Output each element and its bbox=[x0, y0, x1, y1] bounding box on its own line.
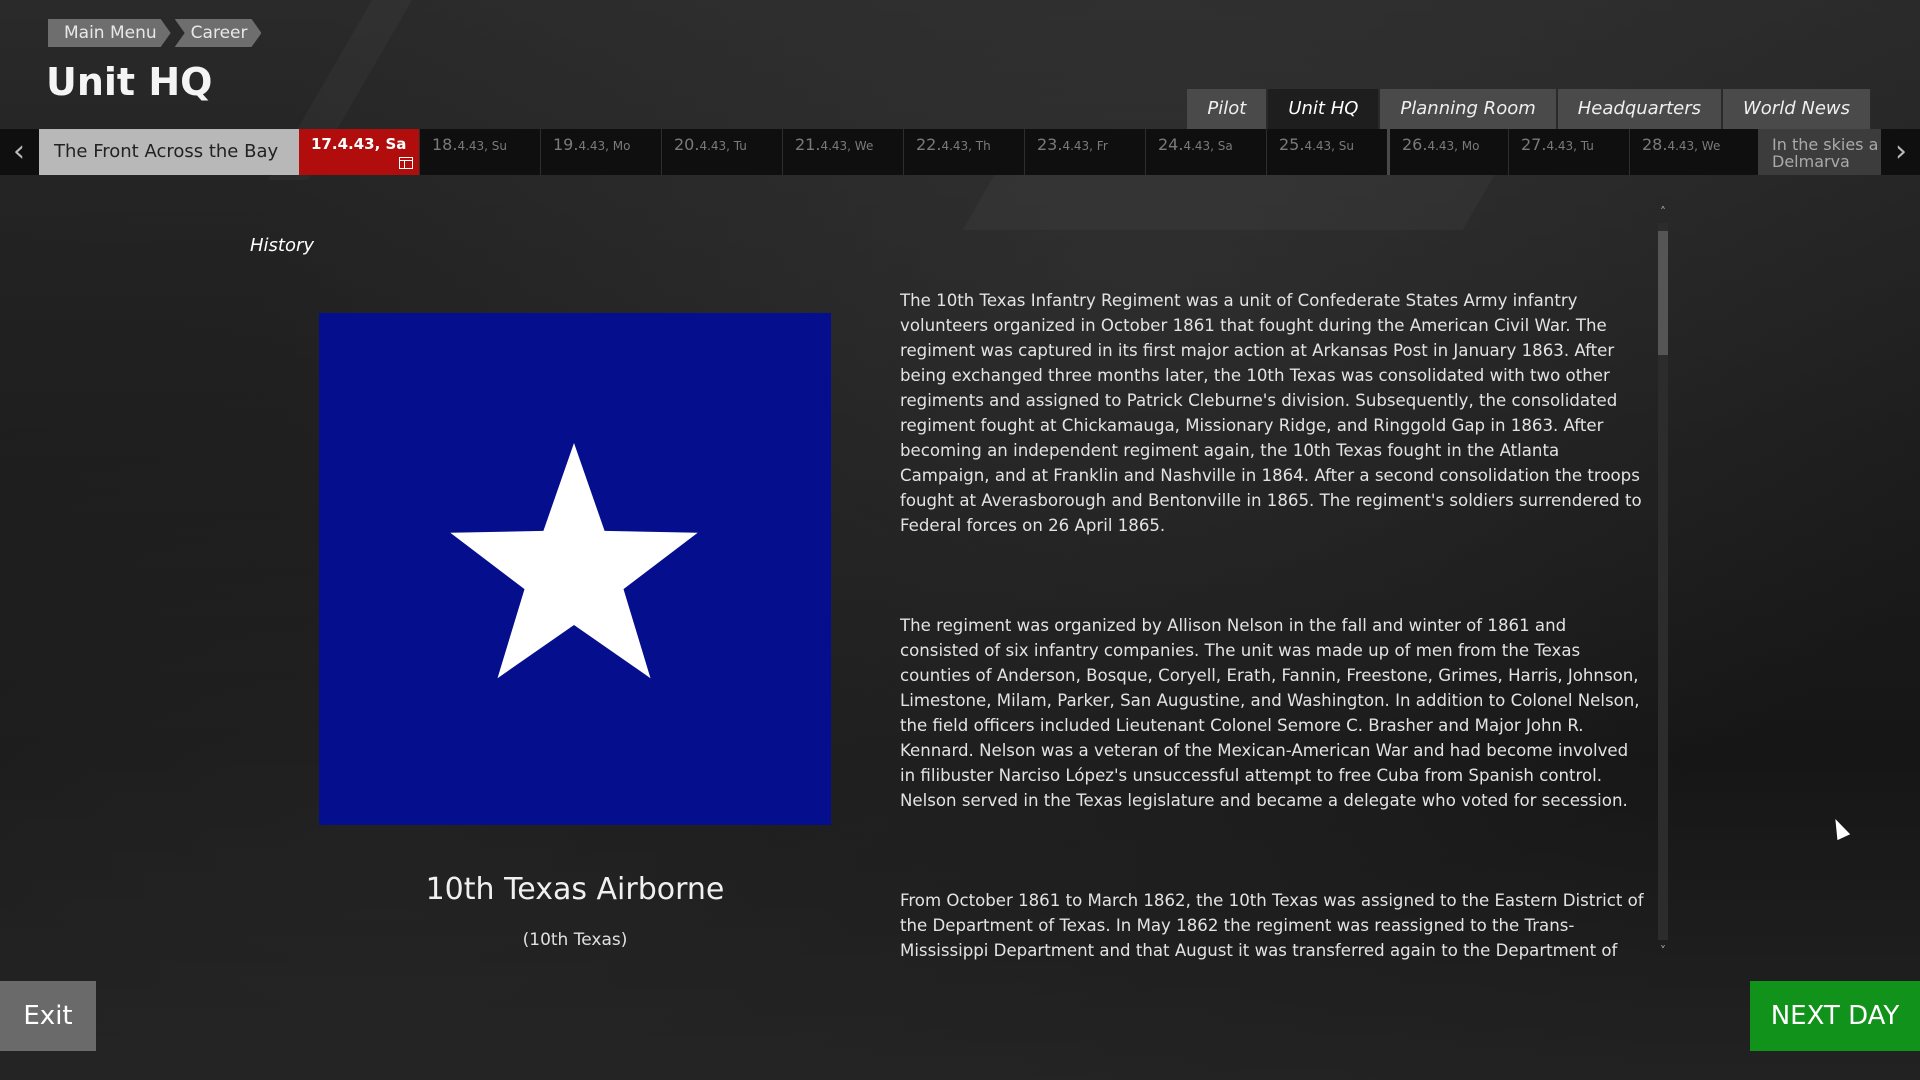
unit-flag bbox=[319, 313, 831, 825]
day-item[interactable]: 22.4.43, Th bbox=[903, 129, 1024, 175]
day-item[interactable]: 23.4.43, Fr bbox=[1024, 129, 1145, 175]
day-item[interactable]: 27.4.43, Tu bbox=[1508, 129, 1629, 175]
mission-title[interactable]: The Front Across the Bay bbox=[39, 129, 299, 175]
tab-headquarters[interactable]: Headquarters bbox=[1557, 89, 1723, 129]
page-title: Unit HQ bbox=[46, 60, 213, 104]
day-item[interactable]: 28.4.43, We bbox=[1629, 129, 1750, 175]
tab-planning-room[interactable]: Planning Room bbox=[1380, 89, 1558, 129]
next-day-button[interactable]: NEXT DAY bbox=[1750, 981, 1920, 1051]
day-item[interactable]: 19.4.43, Mo bbox=[540, 129, 661, 175]
history-paragraph: The regiment was organized by Allison Ne… bbox=[900, 616, 1640, 810]
scrollbar[interactable]: ˄ ˅ bbox=[1656, 205, 1670, 958]
day-item[interactable]: 26.4.43, Mo bbox=[1387, 129, 1508, 175]
day-item[interactable]: 18.4.43, Su bbox=[419, 129, 540, 175]
star-icon bbox=[450, 443, 698, 679]
calendar-icon bbox=[399, 157, 413, 169]
chevron-down-icon[interactable]: ˅ bbox=[1656, 944, 1670, 958]
scroll-rail[interactable] bbox=[1658, 223, 1668, 940]
scroll-thumb[interactable] bbox=[1658, 231, 1668, 355]
unit-name: 10th Texas Airborne bbox=[425, 872, 725, 907]
timeline-bar: ‹ The Front Across the Bay 17.4.43, Sa 1… bbox=[0, 129, 1920, 175]
chevron-left-icon[interactable]: ‹ bbox=[0, 129, 38, 175]
tab-pilot[interactable]: Pilot bbox=[1187, 89, 1269, 129]
day-item[interactable]: 21.4.43, We bbox=[782, 129, 903, 175]
day-item[interactable]: 25.4.43, Su bbox=[1266, 129, 1387, 175]
day-item[interactable]: 20.4.43, Tu bbox=[661, 129, 782, 175]
tab-unit-hq[interactable]: Unit HQ bbox=[1268, 89, 1381, 129]
chevron-right-icon[interactable]: › bbox=[1882, 129, 1920, 175]
mouse-cursor-icon bbox=[1829, 816, 1851, 841]
main-tabs: Pilot Unit HQ Planning Room Headquarters… bbox=[1187, 89, 1872, 129]
next-mission[interactable]: In the skies a Delmarva bbox=[1758, 129, 1881, 175]
next-mission-line2: Delmarva bbox=[1772, 152, 1850, 171]
history-text: The 10th Texas Infantry Regiment was a u… bbox=[900, 288, 1648, 962]
current-day[interactable]: 17.4.43, Sa bbox=[299, 129, 419, 175]
history-paragraph: From October 1861 to March 1862, the 10t… bbox=[900, 891, 1644, 960]
exit-button[interactable]: Exit bbox=[0, 981, 96, 1051]
current-day-label: 17.4.43, Sa bbox=[311, 135, 407, 153]
breadcrumb: Main Menu Career bbox=[48, 19, 265, 47]
day-item[interactable]: 24.4.43, Sa bbox=[1145, 129, 1266, 175]
chevron-up-icon[interactable]: ˄ bbox=[1656, 205, 1670, 219]
history-paragraph: The 10th Texas Infantry Regiment was a u… bbox=[900, 291, 1642, 535]
breadcrumb-career[interactable]: Career bbox=[175, 19, 262, 47]
breadcrumb-main-menu[interactable]: Main Menu bbox=[48, 19, 171, 47]
background-beam bbox=[963, 170, 1498, 230]
next-mission-line1: In the skies a bbox=[1772, 135, 1879, 154]
day-list: 18.4.43, Su 19.4.43, Mo 20.4.43, Tu 21.4… bbox=[419, 129, 1750, 175]
tab-world-news[interactable]: World News bbox=[1723, 89, 1872, 129]
section-label: History bbox=[250, 235, 315, 256]
unit-short-name: (10th Texas) bbox=[522, 930, 628, 950]
